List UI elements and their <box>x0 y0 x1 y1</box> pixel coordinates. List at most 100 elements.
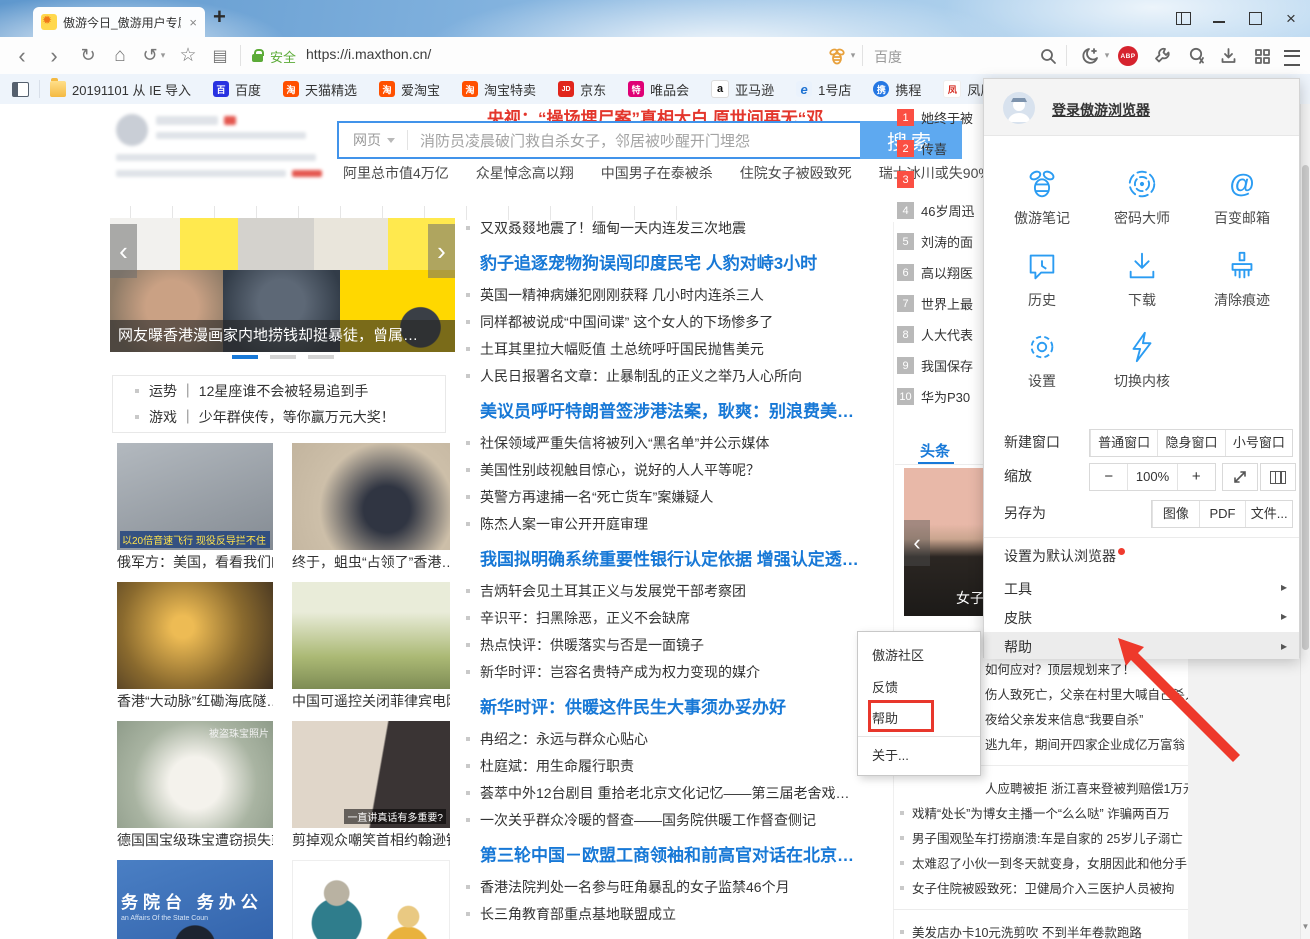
bookmark-item[interactable]: JD 京东 <box>558 80 606 99</box>
news-item[interactable]: 英国一精神病嫌犯刚刚获释 几小时内连杀三人 <box>466 281 888 308</box>
toutiao-tab[interactable]: 头条 <box>920 440 950 461</box>
news-item[interactable]: 男子围观坠车打捞崩溃:车是自家的 25岁儿子溺亡 <box>893 825 1189 850</box>
image-news-card[interactable]: 终于，蛆虫“占领了”香港… <box>292 443 450 574</box>
new-window-option-button[interactable]: 普通窗口 <box>1090 430 1157 456</box>
news-item[interactable]: 美议员呼吁特朗普签涉港法案，耿爽：别浪费美… <box>466 389 888 429</box>
image-news-card[interactable]: 香港“大动脉”红磡海底隧… <box>117 582 273 713</box>
news-item[interactable]: 香港法院判处一名参与旺角暴乱的女子监禁46个月 <box>466 873 888 900</box>
bookmark-item[interactable]: 淘 爱淘宝 <box>379 80 440 99</box>
news-item[interactable]: 新华时评：岂容名贵特产成为权力变现的媒介 <box>466 658 888 685</box>
ranking-item[interactable]: 3 <box>897 164 983 195</box>
image-news-card[interactable]: 被盗珠宝照片 德国国宝级珠宝遭窃损失或… <box>117 721 273 852</box>
ranking-item[interactable]: 7 世界上最 <box>897 288 983 319</box>
image-news-card[interactable]: 务院台 务办公 an Affairs Of the State Coun <box>117 860 273 939</box>
maximize-icon[interactable] <box>1244 8 1266 28</box>
panel-item-mail[interactable]: @ 百变邮箱 <box>1192 167 1292 228</box>
reading-list-icon[interactable]: ▤ <box>208 37 232 74</box>
news-item[interactable] <box>893 909 1189 910</box>
news-item[interactable]: 杜庭斌：用生命履行职责 <box>466 752 888 779</box>
hot-link[interactable]: 阿里总市值4万亿 <box>343 163 449 183</box>
news-caption[interactable]: 俄军方：美国，看看我们的… <box>117 550 273 574</box>
carousel-dot[interactable] <box>270 355 296 359</box>
resource-sniffer-icon[interactable] <box>1184 37 1208 74</box>
panel-item-switch-core[interactable]: 切换内核 <box>1092 330 1192 391</box>
bookmark-item[interactable]: 特 唯品会 <box>628 80 689 99</box>
browser-tab[interactable]: 傲游今日_傲游用户专属的资 × <box>33 7 205 37</box>
favorite-star-icon[interactable]: ☆ <box>176 37 200 74</box>
tab-close-icon[interactable]: × <box>189 15 197 30</box>
carousel-prev-icon[interactable]: ‹ <box>110 224 137 278</box>
news-item[interactable]: 同样都被说成“中国间谍” 这个女人的下场惨多了 <box>466 308 888 335</box>
scrollbar-down-icon[interactable]: ▼ <box>1301 922 1310 931</box>
news-item[interactable]: 吉炳轩会见土耳其正义与发展党干部考察团 <box>466 577 888 604</box>
save-as-option-button[interactable]: PDF <box>1199 501 1246 527</box>
news-item[interactable]: 热点快评：供暖落实与否是一面镜子 <box>466 631 888 658</box>
news-item[interactable]: 新华时评：供暖这件民生大事须办妥办好 <box>466 685 888 725</box>
quick-link[interactable]: 游戏 ｜ 少年群侠传，等你赢万元大奖！ <box>135 407 445 427</box>
downloads-icon[interactable] <box>1216 37 1240 74</box>
search-category[interactable]: 网页 <box>353 130 381 150</box>
maxthon-bee-icon[interactable] <box>826 37 848 74</box>
submenu-item-community[interactable]: 傲游社区 <box>872 644 924 668</box>
ranking-item[interactable]: 8 人大代表 <box>897 319 983 350</box>
hot-link[interactable]: 住院女子被殴致死 <box>740 163 852 183</box>
bookmark-item[interactable]: 携 携程 <box>873 80 921 99</box>
zoom-in-button[interactable]: + <box>1177 464 1215 490</box>
user-avatar[interactable] <box>1003 92 1035 124</box>
news-item[interactable]: 荟萃中外12台剧目 重拾老北京文化记忆——第三届老舍戏… <box>466 779 888 806</box>
back-icon[interactable]: ‹ <box>10 37 34 74</box>
news-item[interactable]: 我国拟明确系统重要性银行认定依据 增强认定透… <box>466 537 888 577</box>
news-item[interactable]: 长三角教育部重点基地联盟成立 <box>466 900 888 927</box>
news-item[interactable]: 女子住院被殴致死：卫健局介入三医护人员被拘 <box>893 875 1189 900</box>
ranking-item[interactable]: 10 华为P30 <box>897 381 983 412</box>
bookmark-item[interactable]: e 1号店 <box>796 80 851 99</box>
bookmark-item[interactable]: 百 百度 <box>213 80 261 99</box>
panel-item-downloads[interactable]: 下载 <box>1092 249 1192 310</box>
bookmark-item[interactable]: 淘 淘宝特卖 <box>462 80 536 99</box>
ranking-item[interactable]: 1 她终于被 <box>897 102 983 133</box>
zoom-out-button[interactable]: − <box>1090 464 1127 490</box>
forward-icon[interactable]: › <box>42 37 66 74</box>
news-caption[interactable]: 中国可遥控关闭菲律宾电网… <box>292 689 450 713</box>
carousel-next-icon[interactable]: › <box>428 224 455 278</box>
news-item[interactable]: 社保领域严重失信将被列入“黑名单”并公示媒体 <box>466 429 888 456</box>
minimize-icon[interactable] <box>1208 8 1230 28</box>
page-scrollbar[interactable]: ▼ <box>1300 104 1310 939</box>
news-item[interactable]: 豹子追逐宠物狗误闯印度民宅 人豹对峙3小时 <box>466 241 888 281</box>
bookmark-item[interactable]: a 亚马逊 <box>711 80 774 99</box>
news-caption[interactable]: 剪掉观众嘲笑首相约翰逊镜… <box>292 828 450 852</box>
ranking-item[interactable]: 6 高以翔医 <box>897 257 983 288</box>
news-item[interactable]: 人民日报署名文章：止暴制乱的正义之举乃人心所向 <box>466 362 888 389</box>
news-item[interactable]: 英警方再逮捕一名“死亡货车”案嫌疑人 <box>466 483 888 510</box>
refresh-icon[interactable]: ↻ <box>76 37 100 74</box>
split-screen-button[interactable] <box>1260 463 1296 491</box>
bookmark-item[interactable]: 淘 天猫精选 <box>283 80 357 99</box>
save-as-option-button[interactable]: 文件... <box>1245 501 1292 527</box>
search-query-text[interactable]: 消防员凌晨破门救自杀女子，邻居被吵醒开门埋怨 <box>420 130 750 151</box>
news-item[interactable]: 土耳其里拉大幅贬值 土总统呼吁国民抛售美元 <box>466 335 888 362</box>
tools-item[interactable]: 工具 <box>1004 579 1032 599</box>
set-default-browser-item[interactable]: 设置为默认浏览器 <box>1004 546 1125 566</box>
close-icon[interactable]: × <box>1280 8 1302 28</box>
bee-caret-icon[interactable]: ▾ <box>848 37 858 74</box>
tile-windows-icon[interactable] <box>1172 8 1194 28</box>
hot-link[interactable]: 众星悼念高以翔 <box>476 163 574 183</box>
undo-caret-icon[interactable]: ▾ <box>158 37 168 74</box>
news-item[interactable]: 美国性别歧视触目惊心，说好的人人平等呢？ <box>466 456 888 483</box>
news-item[interactable]: 冉绍之：永远与群众心贴心 <box>466 725 888 752</box>
main-menu-icon[interactable] <box>1284 50 1300 66</box>
home-icon[interactable]: ⌂ <box>108 37 132 74</box>
news-item[interactable]: 又双叒叕地震了！缅甸一天内连发三次地震 <box>466 214 888 241</box>
hot-link[interactable]: 中国男子在泰被杀 <box>601 163 713 183</box>
bookmark-item[interactable]: 20191101 从 IE 导入 <box>50 80 191 99</box>
adblock-plus-icon[interactable]: ABP <box>1118 46 1138 66</box>
image-news-card[interactable] <box>292 860 450 939</box>
submenu-item-feedback[interactable]: 反馈 <box>872 676 898 700</box>
new-window-option-button[interactable]: 隐身窗口 <box>1157 430 1224 456</box>
tools-wrench-icon[interactable] <box>1150 37 1174 74</box>
fullscreen-button[interactable] <box>1222 463 1258 491</box>
night-mode-icon[interactable] <box>1078 37 1102 74</box>
carousel-caption[interactable]: 网友曝香港漫画家内地捞钱却挺暴徒，曾属… <box>110 320 455 352</box>
image-news-card[interactable]: 一直讲真话有多重要? 剪掉观众嘲笑首相约翰逊镜… <box>292 721 450 852</box>
news-caption[interactable]: 德国国宝级珠宝遭窃损失或… <box>117 828 273 852</box>
